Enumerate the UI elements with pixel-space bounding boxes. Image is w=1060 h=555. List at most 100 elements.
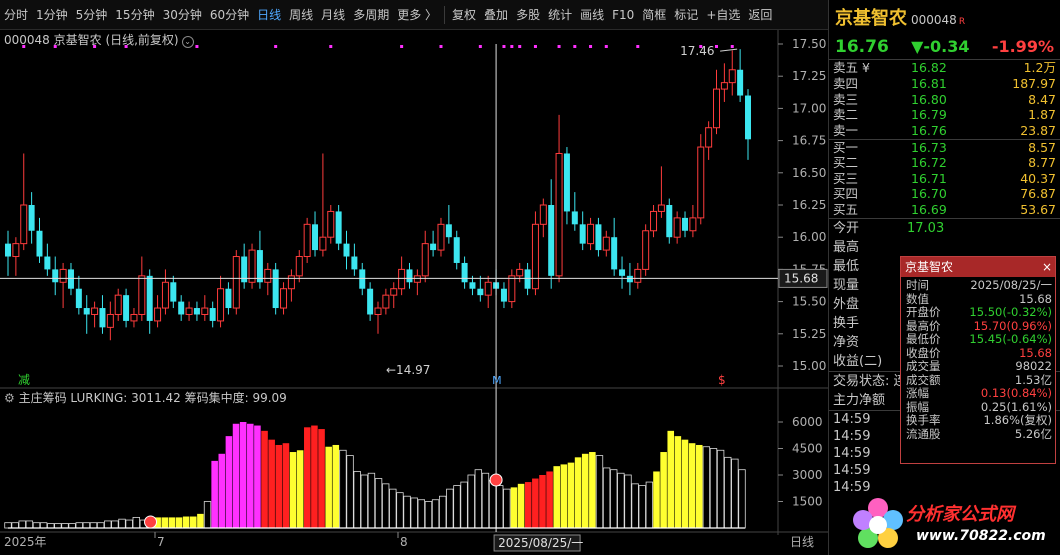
ask-row[interactable]: 卖五 ¥ 16.82 1.2万 (829, 60, 1060, 76)
indicator-bar (674, 436, 682, 528)
bid-label: 买二 (833, 154, 859, 170)
candle-body (75, 288, 82, 309)
price-summary: 16.76 ▼-0.34 -1.99% (829, 34, 1060, 60)
bid-label: 买五 (833, 202, 859, 218)
indicator-bar (681, 439, 689, 528)
candle-body (602, 236, 610, 251)
tick-time: 14:59 (833, 411, 871, 427)
bid-volume: 76.87 (1020, 186, 1056, 202)
indicator-bar (374, 478, 383, 529)
candle-body (666, 205, 673, 238)
candle-body (484, 281, 492, 296)
quote-header: 京基智农 000048 R (829, 0, 1060, 34)
price-tick-label: 15.25 (792, 327, 826, 341)
indicator-bar (325, 446, 332, 528)
candle-body (563, 153, 570, 212)
candle-body (642, 230, 650, 270)
candle-body (579, 224, 586, 244)
indicator-bar (247, 423, 254, 528)
ask-row[interactable]: 卖一 16.76 23.87 (829, 123, 1060, 139)
indicator-bar (232, 423, 240, 528)
indicator-bar (104, 520, 112, 529)
indicator-bar (261, 430, 268, 528)
signal-dot (400, 45, 404, 48)
indicator-bar (731, 458, 739, 529)
indicator-bar (197, 513, 204, 528)
candle-body (44, 256, 51, 270)
popup-value: 15.68 (1019, 291, 1052, 306)
indicator-bar (467, 474, 475, 529)
order-book: 卖五 ¥ 16.82 1.2万 卖四 16.81 187.97 卖三 16.80 8.47 卖二 1… (829, 60, 1060, 218)
candle-body (146, 275, 153, 321)
crosshair-marker: M (492, 374, 502, 387)
candle-body (374, 307, 382, 315)
candle-body (359, 269, 366, 289)
ask-volume: 1.87 (1028, 107, 1056, 123)
ask-label: 卖一 (833, 123, 859, 139)
close-icon[interactable]: × (1039, 257, 1055, 277)
flower-logo-icon (853, 498, 903, 548)
candle-body (437, 223, 445, 251)
ask-price: 16.80 (911, 91, 947, 107)
ask-row[interactable]: 卖四 16.81 187.97 (829, 76, 1060, 92)
signal-dot (274, 45, 278, 48)
indicator-bar (567, 462, 575, 528)
bid-volume: 40.37 (1020, 170, 1056, 186)
indicator-bar (346, 455, 354, 529)
popup-key: 成交额 (906, 372, 941, 387)
indicator-bar (539, 475, 546, 528)
bid-row[interactable]: 买二 16.72 8.77 (829, 155, 1060, 171)
chevron-down-icon[interactable]: ⌄ (181, 36, 194, 48)
indicator-bar (688, 443, 696, 528)
signal-dot (510, 45, 514, 48)
chart-title: 000048 京基智农 (日线,前复权) ⌄ (4, 30, 194, 50)
signal-dot (502, 45, 506, 48)
popup-key: 开盘价 (906, 305, 941, 319)
popup-key: 数值 (906, 291, 929, 306)
indicator-bar (182, 516, 190, 528)
popup-key: 时间 (906, 278, 929, 292)
stat-label: 最低 (833, 258, 860, 274)
bid-volume: 8.57 (1028, 139, 1056, 155)
tick-row: 14:59 (829, 479, 1060, 496)
bid-price: 16.69 (911, 202, 947, 218)
signal-ball-icon (489, 473, 503, 487)
ask-price: 16.76 (911, 123, 947, 139)
indicator-tick-label: 3000 (792, 468, 823, 482)
extra-label: 主力净额 (833, 392, 886, 408)
indicator-settings-icon[interactable]: ⚙ (4, 391, 15, 405)
bid-label: 买三 (833, 170, 859, 186)
candle-body (201, 307, 209, 315)
indicator-bar (254, 425, 261, 528)
candle-body (272, 269, 279, 309)
kline-chart[interactable]: 17.5017.2517.0016.7516.5016.2516.0015.75… (0, 0, 828, 555)
ask-row[interactable]: 卖三 16.80 8.47 (829, 92, 1060, 108)
candle-body (5, 243, 11, 257)
ask-row[interactable]: 卖二 16.79 1.87 (829, 107, 1060, 123)
indicator-bar (602, 467, 611, 529)
ask-volume: 187.97 (1012, 75, 1056, 91)
indicator-bar (339, 449, 347, 529)
popup-row: 流通股 5.26亿 (901, 426, 1055, 442)
popup-value: 15.70(0.96%) (973, 318, 1052, 333)
high-arrow (720, 48, 738, 52)
indicator-bar (54, 523, 62, 529)
indicator-tick-label: 1500 (792, 495, 823, 509)
popup-key: 最高价 (906, 318, 941, 333)
bid-row[interactable]: 买五 16.69 53.67 (829, 202, 1060, 218)
candle-body (705, 127, 713, 148)
candle-body (571, 211, 578, 225)
indicator-bar (524, 482, 532, 528)
crosshair-date-label: 2025/08/25/一 (498, 536, 583, 550)
popup-value: 5.26亿 (1014, 426, 1052, 441)
candle-body (327, 210, 335, 238)
price-change-pct: -1.99% (991, 37, 1054, 56)
bid-row[interactable]: 买三 16.71 40.37 (829, 171, 1060, 187)
popup-row: 成交额 1.53亿 (901, 372, 1055, 388)
bid-row[interactable]: 买一 16.73 8.57 (829, 138, 1060, 155)
price-tick-label: 15.50 (792, 295, 826, 309)
indicator-bar (11, 522, 19, 529)
data-popup[interactable]: 京基智农 × 时间 2025/08/25/一 数值 15.68 开盘价 15.50(-0.… (900, 256, 1056, 464)
bid-row[interactable]: 买四 16.70 76.87 (829, 186, 1060, 202)
indicator-bar (218, 453, 226, 528)
